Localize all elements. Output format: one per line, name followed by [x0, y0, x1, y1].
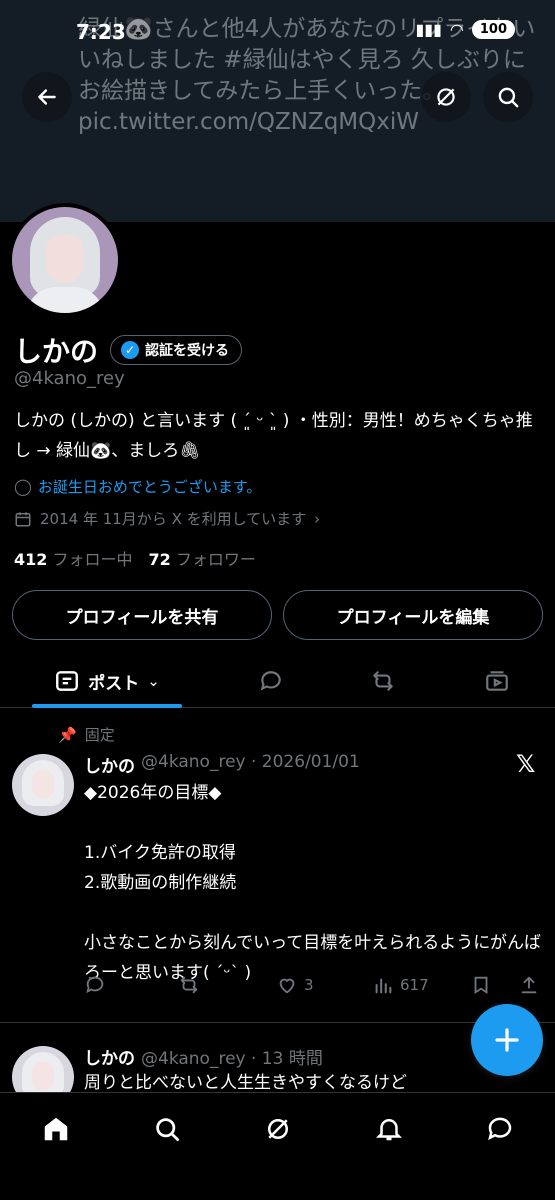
follow-stats: 412 フォロー中 72 フォロワー [14, 546, 256, 570]
tab-posts[interactable]: ポスト ⌄ [32, 654, 182, 708]
pinned-label: 固定 [84, 726, 115, 744]
bottom-navigation [0, 1092, 555, 1200]
verify-label: 認証を受ける [145, 343, 230, 359]
nav-search[interactable] [147, 1109, 187, 1149]
grok-icon [268, 1119, 288, 1139]
bookmark-icon [474, 976, 488, 995]
post-text[interactable]: ◆2026年の目標◆ 1.バイク免許の取得 2.歌動画の制作継続 小さなことから… [84, 778, 544, 988]
followers-count: 72 [148, 550, 171, 569]
following-link[interactable]: 412 フォロー中 [14, 546, 133, 570]
followers-label: フォロワー [175, 550, 256, 569]
post-avatar[interactable] [12, 754, 74, 816]
posts-icon [56, 671, 79, 691]
views-action[interactable]: 617 [372, 974, 429, 996]
search-button[interactable] [483, 72, 533, 122]
plus-icon [495, 1028, 519, 1052]
tab-posts-label: ポスト [88, 673, 140, 694]
like-action[interactable]: 3 [276, 974, 314, 996]
post-author-name[interactable]: しかの [84, 752, 135, 777]
status-icons: ▮▮▮ ◠ 100 [415, 20, 515, 39]
edit-profile-button[interactable]: プロフィールを編集 [283, 590, 543, 640]
nav-grok[interactable] [258, 1109, 298, 1149]
following-label: フォロー中 [52, 550, 133, 569]
tab-media[interactable] [472, 654, 522, 708]
post-header: しかの @4kano_rey · 2026/01/01 [84, 752, 360, 777]
reply-action[interactable] [84, 974, 106, 996]
grok-icon [437, 88, 455, 106]
balloon-icon: ◯ [14, 477, 32, 496]
compose-post-button[interactable] [471, 1004, 543, 1076]
profile-bio: しかの (しかの) と言います ( ˊ͈ ᵕ ˋ͈ ) ・性別：男性！めちゃくち… [14, 411, 533, 461]
birthday-row: ◯ お誕生日おめでとうございます。 [14, 476, 261, 497]
pin-icon: 📌 [58, 725, 77, 744]
post-divider [0, 1022, 555, 1023]
profile-avatar[interactable] [8, 203, 122, 317]
user-handle: @4kano_rey [14, 368, 125, 389]
bookmark-action[interactable] [470, 974, 492, 996]
repost-action[interactable] [178, 974, 200, 996]
search-icon [156, 1118, 179, 1141]
birthday-text: お誕生日おめでとうございます。 [37, 478, 262, 496]
nav-messages[interactable] [480, 1109, 520, 1149]
followers-link[interactable]: 72 フォロワー [149, 546, 256, 570]
message-icon [488, 1117, 512, 1141]
post-author-name[interactable]: しかの [84, 1044, 135, 1069]
nav-home[interactable] [36, 1109, 76, 1149]
following-count: 412 [14, 550, 48, 569]
active-tab-indicator [32, 704, 182, 708]
battery-indicator: 100 [471, 20, 515, 39]
like-count: 3 [304, 976, 314, 994]
media-icon [486, 671, 508, 691]
get-verified-button[interactable]: ✓ 認証を受ける [110, 335, 243, 365]
profile-tabs: ポスト ⌄ [0, 654, 555, 708]
post-meta: @4kano_rey · 13 時間 [141, 1049, 323, 1069]
chevron-right-icon: › [314, 509, 321, 528]
name-row: しかの ✓ 認証を受ける [14, 330, 243, 370]
chevron-down-icon: ⌄ [147, 672, 160, 690]
post-meta: @4kano_rey · 2026/01/01 [141, 752, 360, 772]
search-icon [498, 87, 519, 108]
joined-row[interactable]: 2014 年 11月から X を利用しています › [14, 508, 320, 529]
avatar-image [12, 207, 118, 313]
signal-icon: ▮▮▮ [415, 20, 442, 39]
reply-icon [86, 976, 104, 994]
back-button[interactable] [22, 72, 72, 122]
pinned-indicator: 📌 固定 [58, 724, 115, 745]
share-action[interactable] [518, 974, 540, 996]
arrow-left-icon [38, 89, 56, 105]
tab-replies[interactable] [246, 654, 296, 708]
repost-icon [180, 976, 198, 994]
x-logo-icon: 𝕏 [516, 750, 536, 778]
status-time: 7:23 [76, 20, 126, 44]
share-icon [521, 976, 537, 994]
post-text[interactable]: 周りと比べないと人生生きやすくなるけど [84, 1068, 544, 1092]
post-actions: 3 617 [84, 974, 544, 998]
repost-icon [373, 671, 393, 691]
analytics-icon [375, 978, 392, 994]
grok-button[interactable] [421, 72, 471, 122]
home-icon [44, 1117, 68, 1141]
wifi-icon: ◠ [449, 20, 464, 39]
nav-notifications[interactable] [369, 1109, 409, 1149]
status-bar: 7:23 ▮▮▮ ◠ 100 [0, 0, 555, 60]
joined-text: 2014 年 11月から X を利用しています [40, 510, 307, 528]
heart-icon [279, 978, 295, 994]
post-header: しかの @4kano_rey · 13 時間 [84, 1044, 323, 1069]
tab-reposts[interactable] [358, 654, 408, 708]
view-count: 617 [400, 976, 429, 994]
share-profile-button[interactable]: プロフィールを共有 [12, 590, 272, 640]
calendar-icon [15, 511, 31, 526]
verified-badge-icon: ✓ [121, 341, 140, 359]
reply-icon [260, 671, 281, 691]
display-name: しかの [14, 335, 99, 368]
bell-icon [375, 1119, 403, 1141]
